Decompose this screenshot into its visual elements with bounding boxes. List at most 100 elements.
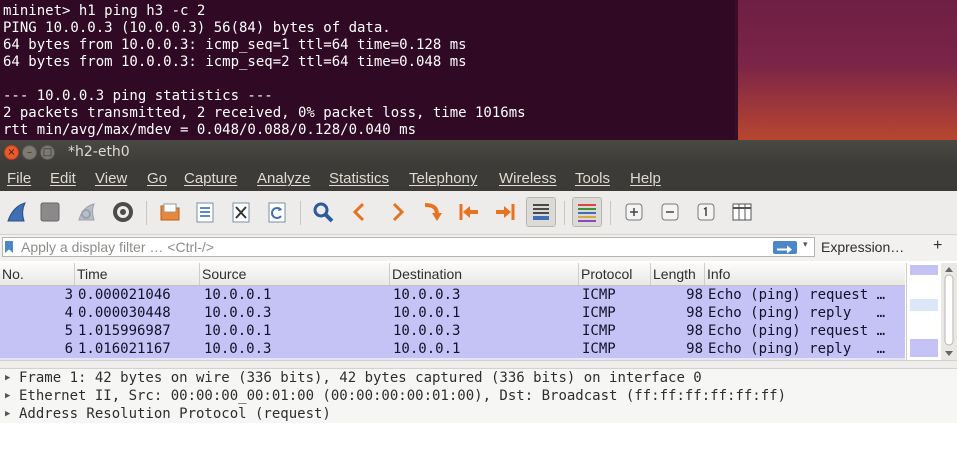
open-file-icon[interactable] bbox=[155, 197, 185, 227]
go-forward-icon[interactable] bbox=[382, 197, 412, 227]
filter-placeholder: Apply a display filter … <Ctrl-/> bbox=[21, 239, 214, 255]
resize-columns-icon[interactable] bbox=[727, 197, 757, 227]
menu-edit[interactable]: Edit bbox=[50, 170, 76, 187]
cell-info: Echo (ping) reply … bbox=[708, 305, 886, 321]
display-filter-input[interactable]: Apply a display filter … <Ctrl-/> ▾ bbox=[2, 237, 815, 257]
zoom-in-icon[interactable] bbox=[619, 197, 649, 227]
toolbar-separator bbox=[610, 201, 611, 225]
menu-view[interactable]: View bbox=[95, 170, 127, 187]
cell-length: 98 bbox=[686, 305, 703, 321]
cell-no: 6 bbox=[64, 341, 73, 357]
terminal-line: PING 10.0.0.3 (10.0.0.3) 56(84) bytes of… bbox=[3, 20, 391, 36]
zoom-out-icon[interactable] bbox=[655, 197, 685, 227]
column-header-info[interactable]: Info bbox=[705, 263, 905, 285]
add-filter-button[interactable]: + bbox=[933, 237, 942, 255]
capture-options-icon[interactable] bbox=[108, 197, 138, 227]
packet-bytes-pane bbox=[0, 423, 957, 450]
menu-bar: File Edit View Go Capture Analyze Statis… bbox=[0, 166, 957, 191]
menu-help[interactable]: Help bbox=[630, 170, 661, 187]
detail-text: Frame 1: 42 bytes on wire (336 bits), 42… bbox=[19, 370, 702, 386]
detail-row-ethernet[interactable]: ▶ Ethernet II, Src: 00:00:00_00:01:00 (0… bbox=[0, 387, 957, 405]
find-packet-icon[interactable] bbox=[308, 197, 338, 227]
column-header-no[interactable]: No. bbox=[0, 263, 75, 285]
packet-minimap[interactable] bbox=[906, 263, 941, 360]
menu-file[interactable]: File bbox=[7, 170, 31, 187]
expression-button[interactable]: Expression… bbox=[821, 239, 904, 255]
terminal-line: mininet> h1 ping h3 -c 2 bbox=[3, 3, 206, 19]
menu-go[interactable]: Go bbox=[147, 170, 167, 187]
maximize-window-button[interactable]: □ bbox=[40, 145, 55, 160]
close-window-button[interactable]: × bbox=[4, 145, 19, 160]
detail-row-arp[interactable]: ▶ Address Resolution Protocol (request) bbox=[0, 405, 957, 423]
detail-row-frame[interactable]: ▶ Frame 1: 42 bytes on wire (336 bits), … bbox=[0, 369, 957, 387]
autoscroll-icon[interactable] bbox=[526, 197, 556, 227]
cell-info: Echo (ping) reply … bbox=[708, 341, 886, 357]
cell-protocol: ICMP bbox=[582, 323, 616, 339]
filter-history-dropdown-icon[interactable]: ▾ bbox=[803, 240, 808, 250]
normal-size-icon[interactable] bbox=[691, 197, 721, 227]
cell-info: Echo (ping) request … bbox=[708, 323, 886, 339]
go-to-packet-icon[interactable] bbox=[418, 197, 448, 227]
stop-icon[interactable] bbox=[35, 197, 65, 227]
menu-statistics[interactable]: Statistics bbox=[329, 170, 389, 187]
cell-time: 1.016021167 bbox=[78, 341, 171, 357]
cell-destination: 10.0.0.1 bbox=[393, 305, 461, 321]
packet-list-scrollbar[interactable] bbox=[941, 263, 957, 360]
reload-icon[interactable] bbox=[262, 197, 292, 227]
table-row[interactable]: 5 1.015996987 10.0.0.1 10.0.0.3 ICMP 98 … bbox=[0, 322, 905, 340]
expand-arrow-icon[interactable]: ▶ bbox=[5, 369, 10, 387]
restart-capture-icon[interactable] bbox=[72, 197, 102, 227]
column-header-time[interactable]: Time bbox=[75, 263, 200, 285]
menu-tools[interactable]: Tools bbox=[575, 170, 610, 187]
toolbar-separator bbox=[146, 201, 147, 225]
table-row[interactable]: 3 0.000021046 10.0.0.1 10.0.0.3 ICMP 98 … bbox=[0, 286, 905, 304]
apply-filter-arrow-icon[interactable] bbox=[773, 241, 797, 254]
detail-text: Address Resolution Protocol (request) bbox=[19, 406, 331, 422]
cell-source: 10.0.0.3 bbox=[204, 341, 272, 357]
minimize-window-button[interactable]: – bbox=[22, 145, 37, 160]
expand-arrow-icon[interactable]: ▶ bbox=[5, 405, 10, 423]
title-bar[interactable]: × – □ *h2-eth0 bbox=[0, 140, 957, 166]
cell-destination: 10.0.0.1 bbox=[393, 341, 461, 357]
menu-capture[interactable]: Capture bbox=[184, 170, 237, 187]
cell-length: 98 bbox=[686, 287, 703, 303]
terminal-line: 64 bytes from 10.0.0.3: icmp_seq=1 ttl=6… bbox=[3, 37, 467, 53]
column-header-destination[interactable]: Destination bbox=[390, 263, 579, 285]
cell-info: Echo (ping) request … bbox=[708, 287, 886, 303]
terminal-line: --- 10.0.0.3 ping statistics --- bbox=[3, 88, 273, 104]
terminal-line: 64 bytes from 10.0.0.3: icmp_seq=2 ttl=6… bbox=[3, 54, 467, 70]
cell-source: 10.0.0.3 bbox=[204, 305, 272, 321]
cell-no: 5 bbox=[64, 323, 73, 339]
bookmark-icon[interactable] bbox=[5, 241, 13, 253]
terminal-window[interactable]: mininet> h1 ping h3 -c 2 PING 10.0.0.3 (… bbox=[0, 0, 735, 140]
colorize-icon[interactable] bbox=[572, 197, 602, 227]
expand-arrow-icon[interactable]: ▶ bbox=[5, 387, 10, 405]
column-header-length[interactable]: Length bbox=[651, 263, 705, 285]
menu-analyze[interactable]: Analyze bbox=[257, 170, 310, 187]
cell-protocol: ICMP bbox=[582, 287, 616, 303]
terminal-edge bbox=[735, 0, 738, 140]
menu-telephony[interactable]: Telephony bbox=[409, 170, 477, 187]
column-header-protocol[interactable]: Protocol bbox=[579, 263, 651, 285]
cell-destination: 10.0.0.3 bbox=[393, 287, 461, 303]
packet-details-pane: ▶ Frame 1: 42 bytes on wire (336 bits), … bbox=[0, 369, 957, 423]
packet-list-header: No. Time Source Destination Protocol Len… bbox=[0, 263, 905, 286]
cell-time: 0.000021046 bbox=[78, 287, 171, 303]
cell-time: 1.015996987 bbox=[78, 323, 171, 339]
cell-length: 98 bbox=[686, 323, 703, 339]
desktop-background bbox=[735, 0, 957, 140]
table-row[interactable]: 4 0.000030448 10.0.0.3 10.0.0.1 ICMP 98 … bbox=[0, 304, 905, 322]
shark-fin-start-icon[interactable] bbox=[2, 197, 32, 227]
display-filter-bar: Apply a display filter … <Ctrl-/> ▾ Expr… bbox=[0, 235, 957, 261]
toolbar-separator bbox=[564, 201, 565, 225]
pane-splitter[interactable] bbox=[0, 360, 957, 369]
go-back-icon[interactable] bbox=[345, 197, 375, 227]
first-packet-icon[interactable] bbox=[454, 197, 484, 227]
table-row[interactable]: 6 1.016021167 10.0.0.3 10.0.0.1 ICMP 98 … bbox=[0, 340, 905, 358]
last-packet-icon[interactable] bbox=[490, 197, 520, 227]
menu-wireless[interactable]: Wireless bbox=[499, 170, 557, 187]
column-header-source[interactable]: Source bbox=[200, 263, 390, 285]
close-file-icon[interactable] bbox=[226, 197, 256, 227]
save-file-icon[interactable] bbox=[190, 197, 220, 227]
